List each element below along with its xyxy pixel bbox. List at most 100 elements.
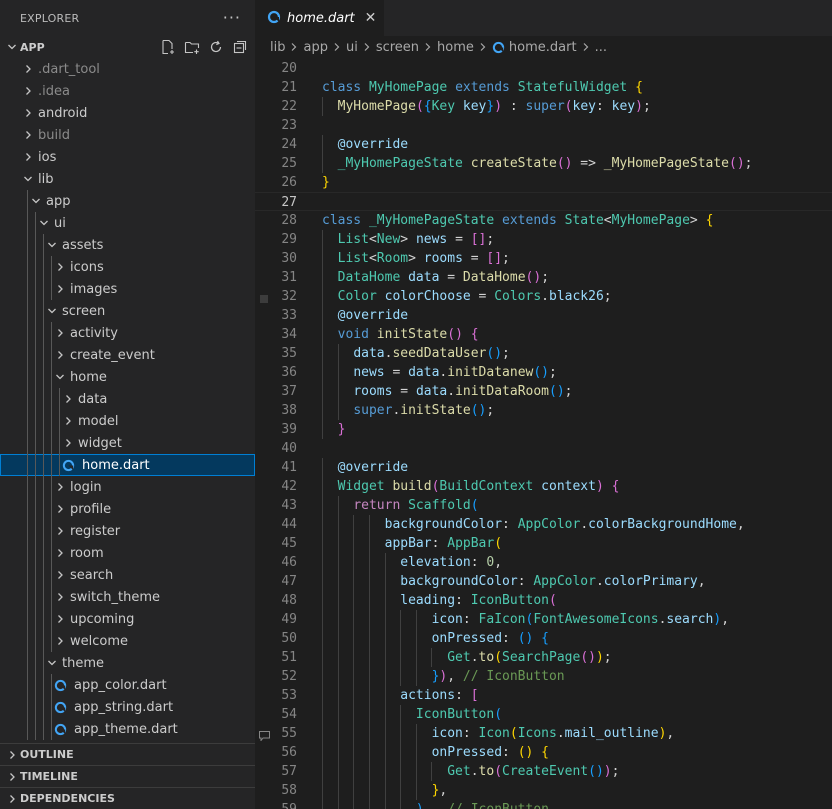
tree-item-theme[interactable]: theme bbox=[0, 652, 255, 674]
breadcrumb-item[interactable]: ui bbox=[346, 40, 358, 55]
tree-item-assets[interactable]: assets bbox=[0, 234, 255, 256]
new-folder-icon[interactable] bbox=[183, 38, 201, 56]
code-token: { bbox=[541, 745, 549, 760]
tree-item-dart-tool[interactable]: .dart_tool bbox=[0, 58, 255, 80]
code-token: ( bbox=[549, 593, 557, 608]
code-line: 39 } bbox=[255, 420, 832, 439]
more-actions-icon[interactable]: ··· bbox=[223, 10, 241, 26]
chevron-right-icon bbox=[20, 80, 36, 102]
code-token: StatefulWidget bbox=[517, 80, 636, 95]
collapse-all-icon[interactable] bbox=[231, 38, 249, 56]
tree-item-login[interactable]: login bbox=[0, 476, 255, 498]
tree-item-idea[interactable]: .idea bbox=[0, 80, 255, 102]
code-line: 28 class _MyHomePageState extends State<M… bbox=[255, 211, 832, 230]
code-line: 21 class MyHomePage extends StatefulWidge… bbox=[255, 78, 832, 97]
code-token: ; bbox=[603, 650, 612, 665]
tree-item-register[interactable]: register bbox=[0, 520, 255, 542]
tree-item-lib[interactable]: lib bbox=[0, 168, 255, 190]
tree-item-screen[interactable]: screen bbox=[0, 300, 255, 322]
tree-item-app-theme-dart[interactable]: app_theme.dart bbox=[0, 718, 255, 740]
tree-item-room[interactable]: room bbox=[0, 542, 255, 564]
tree-item-ui[interactable]: ui bbox=[0, 212, 255, 234]
tree-item-upcoming[interactable]: upcoming bbox=[0, 608, 255, 630]
breadcrumb-item[interactable]: ... bbox=[595, 40, 607, 55]
tree-item-home[interactable]: home bbox=[0, 366, 255, 388]
tree-item-app-string-dart[interactable]: app_string.dart bbox=[0, 696, 255, 718]
indent-guide bbox=[27, 234, 28, 256]
indent-guide bbox=[43, 476, 44, 498]
indent-guide bbox=[43, 586, 44, 608]
new-file-icon[interactable] bbox=[159, 38, 177, 56]
indent-guide bbox=[35, 454, 36, 476]
refresh-icon[interactable] bbox=[207, 38, 225, 56]
tab-home-dart[interactable]: home.dart ✕ bbox=[255, 0, 385, 36]
tree-item-label: activity bbox=[70, 325, 118, 341]
code-text: @override bbox=[322, 306, 408, 325]
breadcrumb-item[interactable]: lib bbox=[270, 40, 285, 55]
tree-item-profile[interactable]: profile bbox=[0, 498, 255, 520]
tree-item-label: screen bbox=[62, 303, 106, 319]
code-text: appBar: AppBar( bbox=[322, 534, 502, 553]
tree-item-app-color-dart[interactable]: app_color.dart bbox=[0, 674, 255, 696]
indent-guide bbox=[27, 212, 28, 234]
code-token: () bbox=[556, 156, 573, 171]
panel-label: DEPENDENCIES bbox=[20, 792, 115, 805]
line-number: 59 bbox=[255, 800, 297, 809]
tree-item-create-event[interactable]: create_event bbox=[0, 344, 255, 366]
code-line: 52 }), // IconButton bbox=[255, 667, 832, 686]
code-token: List bbox=[337, 251, 369, 266]
code-token: ; bbox=[502, 346, 510, 361]
breadcrumb-item[interactable]: app bbox=[303, 40, 327, 55]
tree-item-icons[interactable]: icons bbox=[0, 256, 255, 278]
tree-item-switch-theme[interactable]: switch_theme bbox=[0, 586, 255, 608]
tree-item-model[interactable]: model bbox=[0, 410, 255, 432]
close-icon[interactable]: ✕ bbox=[365, 10, 377, 26]
tree-item-activity[interactable]: activity bbox=[0, 322, 255, 344]
tree-item-images[interactable]: images bbox=[0, 278, 255, 300]
tree-item-app[interactable]: app bbox=[0, 190, 255, 212]
tree-item-widget[interactable]: widget bbox=[0, 432, 255, 454]
code-token: CreateEvent bbox=[502, 764, 589, 779]
code-token: rooms bbox=[353, 384, 393, 399]
timeline-panel-header[interactable]: TIMELINE bbox=[0, 765, 255, 787]
line-number: 53 bbox=[281, 688, 297, 703]
tree-item-android[interactable]: android bbox=[0, 102, 255, 124]
tree-item-label: home.dart bbox=[82, 457, 150, 473]
comment-hint-icon[interactable] bbox=[259, 728, 270, 742]
breadcrumb-item[interactable]: screen bbox=[376, 40, 419, 55]
indent-guide bbox=[27, 300, 28, 322]
tree-item-home-dart[interactable]: home.dart bbox=[0, 454, 255, 476]
tree-item-label: search bbox=[70, 567, 114, 583]
code-line: 33 @override bbox=[255, 306, 832, 325]
code-line: 51 Get.to(SearchPage()); bbox=[255, 648, 832, 667]
breadcrumb-item[interactable]: home.dart bbox=[509, 40, 577, 55]
tree-item-data[interactable]: data bbox=[0, 388, 255, 410]
tree-item-build[interactable]: build bbox=[0, 124, 255, 146]
indent-guide bbox=[35, 652, 36, 674]
code-token: onPressed bbox=[431, 745, 503, 760]
tree-item-ios[interactable]: ios bbox=[0, 146, 255, 168]
outline-panel-header[interactable]: OUTLINE bbox=[0, 743, 255, 765]
dependencies-panel-header[interactable]: DEPENDENCIES bbox=[0, 787, 255, 809]
tree-item-search[interactable]: search bbox=[0, 564, 255, 586]
indent-guide bbox=[35, 498, 36, 520]
breadcrumb-item[interactable]: home bbox=[437, 40, 474, 55]
indent-guide bbox=[35, 564, 36, 586]
line-number: 21 bbox=[281, 80, 297, 95]
tree-item-label: register bbox=[70, 523, 121, 539]
indent-guide bbox=[27, 674, 28, 696]
code-token: < bbox=[368, 251, 377, 266]
workspace-root-header[interactable]: APP bbox=[0, 36, 255, 58]
code-token: key bbox=[572, 99, 596, 114]
line-number: 50 bbox=[281, 631, 297, 646]
tree-item-welcome[interactable]: welcome bbox=[0, 630, 255, 652]
indent-guide bbox=[35, 608, 36, 630]
code-token: rooms bbox=[423, 251, 463, 266]
code-token: ; bbox=[486, 403, 495, 418]
line-number: 43 bbox=[281, 498, 297, 513]
breakpoint-hint-icon[interactable] bbox=[259, 291, 269, 303]
tree-item-label: profile bbox=[70, 501, 112, 517]
code-editor[interactable]: 20 21 class MyHomePage extends StatefulWid… bbox=[255, 58, 832, 809]
